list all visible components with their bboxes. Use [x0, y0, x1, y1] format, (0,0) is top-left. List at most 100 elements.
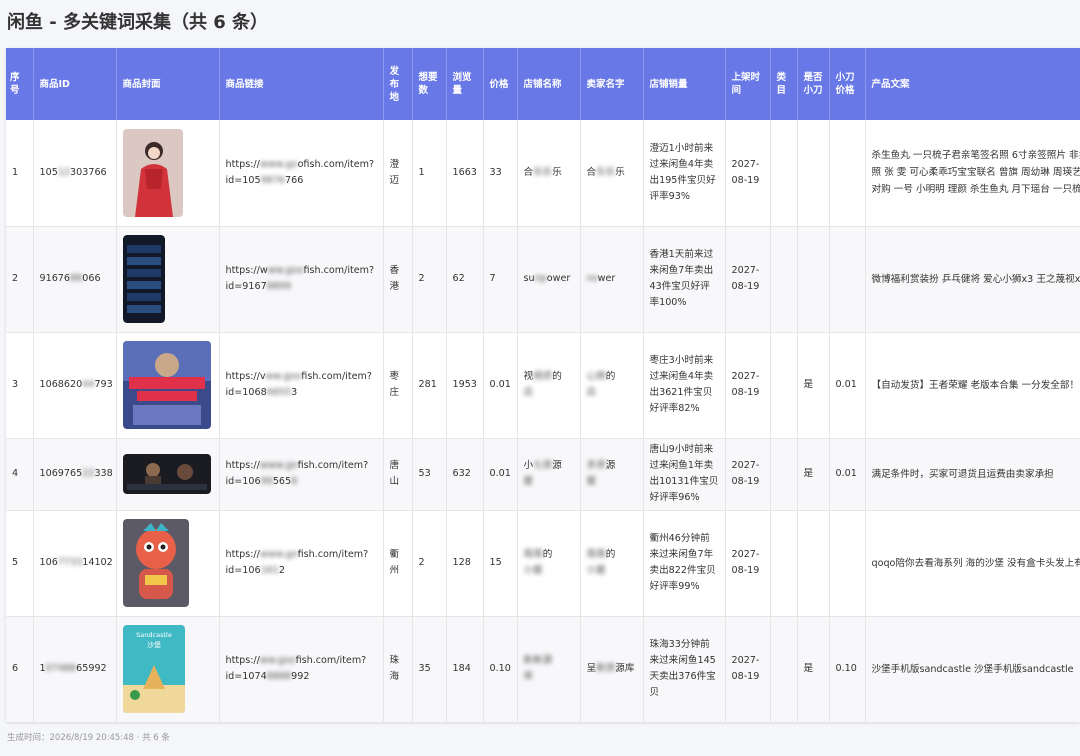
cell-cover[interactable] [116, 120, 220, 227]
col-header-category[interactable]: 类目 [770, 48, 798, 120]
cell-origin: 枣庄 [383, 332, 413, 439]
seller-redacted: ns [586, 273, 598, 284]
link-text[interactable]: id=106 [226, 565, 261, 576]
table-row[interactable]: 3 106862044793 https://vww.goofish.com/i… [6, 332, 1080, 439]
col-header-cover[interactable]: 商品封面 [116, 48, 220, 120]
cell-cover[interactable] [116, 438, 220, 511]
table-row[interactable]: 6 10748865992 Sandcastle 沙堡 https://ww.g… [6, 616, 1080, 722]
cell-cover[interactable] [116, 510, 220, 617]
col-header-want[interactable]: 想要数 [412, 48, 447, 120]
cell-id[interactable]: 10748865992 [33, 616, 117, 722]
cell-cover[interactable] [116, 332, 220, 439]
table-row[interactable]: 5 106773314102 https://www.gofish.com/it… [6, 510, 1080, 617]
link-text[interactable]: ofish.com/item? [298, 159, 375, 170]
cell-link[interactable]: https://vww.goofish.com/item? id=10686655… [219, 332, 384, 439]
thumbnail-text-cn: 沙堡 [147, 640, 161, 649]
shop-part: ower [546, 273, 571, 284]
cell-price: 0.01 [483, 438, 518, 511]
link-text[interactable]: 565 [273, 476, 291, 487]
link-text[interactable]: id=106 [226, 476, 261, 487]
cell-id[interactable]: 10512303766 [33, 120, 117, 227]
product-thumbnail[interactable] [122, 235, 165, 323]
link-text[interactable]: fish.com/item? [303, 265, 374, 276]
link-redacted: 8899 [266, 281, 292, 292]
cell-cover[interactable]: Sandcastle 沙堡 [116, 616, 220, 722]
cell-seq: 2 [6, 226, 34, 333]
id-redacted: 88 [70, 273, 83, 284]
cell-listed: 2027-08-19 [725, 332, 771, 439]
cell-is-blade [797, 226, 830, 333]
shop-part: 合 [523, 166, 534, 178]
col-header-price[interactable]: 价格 [483, 48, 518, 120]
product-thumbnail[interactable] [122, 519, 189, 607]
cell-want: 35 [412, 616, 447, 722]
link-text[interactable]: fish.com/item? [301, 371, 372, 382]
cell-link[interactable]: https://www.gofish.com/item? id=106995658 [219, 438, 384, 511]
col-header-views[interactable]: 浏览量 [446, 48, 484, 120]
cell-cover[interactable] [116, 226, 220, 333]
table-row[interactable]: 4 106976522338 https://www.gofish.com/it… [6, 438, 1080, 511]
col-header-seller[interactable]: 卖家名字 [580, 48, 644, 120]
product-thumbnail[interactable] [122, 454, 211, 494]
link-text[interactable]: https:// [226, 159, 260, 170]
cell-link[interactable]: https://www.goofish.com/item? id=91678899 [219, 226, 384, 333]
cell-link[interactable]: https://www.gofish.com/item? id=1061612 [219, 510, 384, 617]
link-redacted: www.go [259, 460, 298, 471]
table-row[interactable]: 1 10512303766 https://www.goofish.com/it… [6, 120, 1080, 227]
cell-id[interactable]: 106773314102 [33, 510, 117, 617]
link-text[interactable]: fish.com/item? [296, 655, 367, 666]
col-header-sales[interactable]: 店铺销量 [643, 48, 726, 120]
cell-link[interactable]: https://www.goofish.com/item? id=10598767… [219, 120, 384, 227]
link-redacted: 8888 [266, 671, 292, 682]
cell-copy: 沙堡手机版sandcastle 沙堡手机版sandcastle [865, 616, 1080, 722]
link-text[interactable]: https:// [226, 655, 260, 666]
cell-id[interactable]: 9167688066 [33, 226, 117, 333]
id-part: 105 [39, 166, 58, 178]
link-text[interactable]: https://w [226, 265, 268, 276]
cell-copy: 杀生鱼丸 一只梳子君亲笔签名照 6寸亲签照片 非卖品 剧演员 刘德熙张雅琪海贼王… [865, 120, 1080, 227]
cell-views: 184 [446, 616, 484, 722]
product-thumbnail[interactable] [122, 341, 211, 429]
cell-seller: nswer [580, 226, 644, 333]
cell-origin: 澄迈 [383, 120, 413, 227]
link-text[interactable]: https:// [226, 549, 260, 560]
col-header-listed[interactable]: 上架时间 [725, 48, 771, 120]
cell-blade-price: 0.10 [829, 616, 866, 722]
link-text[interactable]: 2 [279, 565, 285, 576]
col-header-shop[interactable]: 店铺名称 [517, 48, 581, 120]
table-row[interactable]: 2 9167688066 https://www.goofish.com/ite… [6, 226, 1080, 333]
cell-link[interactable]: https://ww.goofish.com/item? id=107488889… [219, 616, 384, 722]
col-header-is-blade[interactable]: 是否小刀 [797, 48, 830, 120]
link-text[interactable]: id=1068 [226, 387, 267, 398]
col-header-blade-price[interactable]: 小刀价格 [829, 48, 866, 120]
link-text[interactable]: 3 [291, 387, 297, 398]
product-thumbnail[interactable]: Sandcastle 沙堡 [122, 625, 185, 713]
link-redacted: ww.goo [265, 371, 302, 382]
link-text[interactable]: id=9167 [226, 281, 267, 292]
link-text[interactable]: id=105 [226, 175, 261, 186]
link-text[interactable]: id=1074 [226, 671, 267, 682]
link-text[interactable]: https://v [226, 371, 266, 382]
cell-price: 33 [483, 120, 518, 227]
cell-id[interactable]: 106976522338 [33, 438, 117, 511]
col-header-id[interactable]: 商品ID [33, 48, 117, 120]
cell-shop: sunpower [517, 226, 581, 333]
cell-id[interactable]: 106862044793 [33, 332, 117, 439]
cell-want: 1 [412, 120, 447, 227]
cell-category [770, 438, 798, 511]
col-header-seq[interactable]: 序号 [6, 48, 34, 120]
link-text[interactable]: 766 [285, 175, 303, 186]
link-text[interactable]: https:// [226, 460, 260, 471]
link-text[interactable]: fish.com/item? [298, 549, 369, 560]
link-text[interactable]: fish.com/item? [298, 460, 369, 471]
shop-part: 源 [552, 460, 562, 471]
link-text[interactable]: 992 [291, 671, 309, 682]
col-header-copy[interactable]: 产品文案 [865, 48, 1080, 120]
col-header-link[interactable]: 商品链接 [219, 48, 384, 120]
cell-shop: 合乐乐乐 [517, 120, 581, 227]
cell-blade-price: 0.01 [829, 438, 866, 511]
col-header-origin[interactable]: 发布地 [383, 48, 413, 120]
results-table-container[interactable]: 序号 商品ID 商品封面 商品链接 发布地 想要数 浏览量 价格 店铺名称 卖家… [6, 48, 1080, 722]
product-thumbnail[interactable] [122, 128, 183, 217]
seller-part: 呈 [586, 663, 597, 674]
